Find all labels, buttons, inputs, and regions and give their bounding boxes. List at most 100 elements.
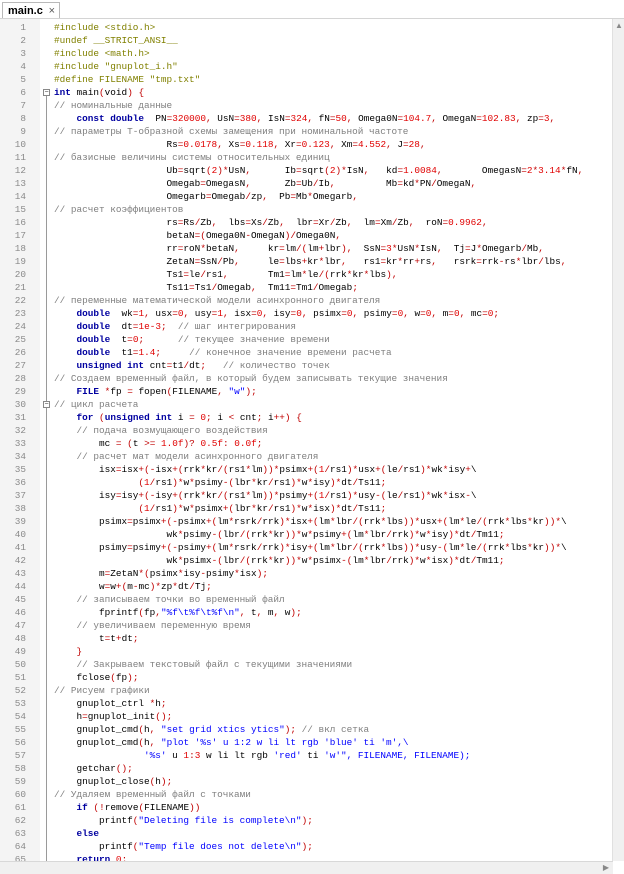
code-line[interactable]: 3 #include <math.h> <box>0 47 612 60</box>
line-number: 8 <box>20 113 26 124</box>
code-line[interactable]: 54 h=gnuplot_init(); <box>0 710 612 723</box>
code-line[interactable]: 52 // Рисуем графики <box>0 684 612 697</box>
code-line[interactable]: 4 #include "gnuplot_i.h" <box>0 60 612 73</box>
code-line[interactable]: 17 betaN=(Omega0N-OmegaN)/Omega0N, <box>0 229 612 242</box>
fold-guide <box>46 96 47 861</box>
code-line[interactable]: 16 rs=Rs/Zb, lbs=Xs/Zb, lbr=Xr/Zb, lm=Xm… <box>0 216 612 229</box>
code-line[interactable]: 39 psimx=psimx+(-psimx+(lm*rsrk/rrk)*isx… <box>0 515 612 528</box>
code-line[interactable]: 34 // расчет мат модели асинхронного дви… <box>0 450 612 463</box>
collapse-icon[interactable]: − <box>43 89 50 96</box>
line-code: #include "gnuplot_i.h" <box>54 61 178 72</box>
code-line[interactable]: 13 Omegab=OmegasN, Zb=Ub/Ib, Mb=kd*PN/Om… <box>0 177 612 190</box>
line-code: gnuplot_close(h); <box>54 776 173 787</box>
code-line[interactable]: 59 gnuplot_close(h); <box>0 775 612 788</box>
code-line[interactable]: 58 getchar(); <box>0 762 612 775</box>
code-line[interactable]: 1 #include <stdio.h> <box>0 21 612 34</box>
line-code: #undef __STRICT_ANSI__ <box>54 35 178 46</box>
code-line[interactable]: 49 } <box>0 645 612 658</box>
collapse-icon[interactable]: − <box>43 401 50 408</box>
code-line[interactable]: 28 // Создаем временный файл, в который б… <box>0 372 612 385</box>
line-code: // увеличиваем переменную время <box>76 620 251 631</box>
code-line[interactable]: 42 wk*psimx-(lbr/(rrk*kr))*w*psimx-(lm*l… <box>0 554 612 567</box>
code-line[interactable]: 53 gnuplot_ctrl *h; <box>0 697 612 710</box>
code-line[interactable]: 15 // расчет коэффициентов <box>0 203 612 216</box>
code-line[interactable]: 41 psimy=psimy+(-psimy+(lm*rsrk/rrk)*isy… <box>0 541 612 554</box>
code-line[interactable]: 6 int main(void) { <box>0 86 612 99</box>
line-number: 32 <box>14 425 26 436</box>
code-line[interactable]: 63 else <box>0 827 612 840</box>
line-code: const double PN=320000, UsN=380, IsN=324… <box>76 113 556 124</box>
code-line[interactable]: 12 Ub=sqrt(2)*UsN, Ib=sqrt(2)*IsN, kd=1.… <box>0 164 612 177</box>
code-line[interactable]: 48 t=t+dt; <box>0 632 612 645</box>
code-line[interactable]: 46 fprintf(fp,"%f\t%f\t%f\n", t, m, w); <box>0 606 612 619</box>
code-line[interactable]: 38 (1/rs1)*w*psimx+(lbr*kr/rs1)*w*isx)*d… <box>0 502 612 515</box>
line-number: 15 <box>14 204 26 215</box>
line-code: printf("Deleting file is complete\n"); <box>54 815 313 826</box>
code-line[interactable]: 19 ZetaN=SsN/Pb, le=lbs+kr*lbr, rs1=kr*r… <box>0 255 612 268</box>
code-line[interactable]: 36 (1/rs1)*w*psimy-(lbr*kr/rs1)*w*isy)*d… <box>0 476 612 489</box>
line-code: #include <stdio.h> <box>54 22 156 33</box>
code-line[interactable]: 55 gnuplot_cmd(h, "set grid xtics ytics"… <box>0 723 612 736</box>
code-line[interactable]: 44 w=w+(m-mc)*zp*dt/Tj; <box>0 580 612 593</box>
code-line[interactable]: 29 FILE *fp = fopen(FILENAME, "w"); <box>0 385 612 398</box>
line-code: rs=Rs/Zb, lbs=Xs/Zb, lbr=Xr/Zb, lm=Xm/Zb… <box>54 217 488 228</box>
code-line[interactable]: 64 printf("Temp file does not delete\n")… <box>0 840 612 853</box>
line-number: 65 <box>14 854 26 861</box>
code-line[interactable]: 51 fclose(fp); <box>0 671 612 684</box>
line-code: unsigned int cnt=t1/dt; // количество то… <box>76 360 330 371</box>
code-line[interactable]: 14 Omegarb=Omegab/zp, Pb=Mb*Omegarb, <box>0 190 612 203</box>
code-line[interactable]: 18 rr=roN*betaN, kr=lm/(lm+lbr), SsN=3*U… <box>0 242 612 255</box>
code-line[interactable]: 62 printf("Deleting file is complete\n")… <box>0 814 612 827</box>
line-number: 58 <box>14 763 26 774</box>
code-line[interactable]: 23 double wk=1, usx=0, usy=1, isx=0, isy… <box>0 307 612 320</box>
tab-main-c[interactable]: main.c × <box>2 2 60 18</box>
code-line[interactable]: 30 // цикл расчета <box>0 398 612 411</box>
code-line[interactable]: 8 const double PN=320000, UsN=380, IsN=3… <box>0 112 612 125</box>
code-line[interactable]: 61 if (!remove(FILENAME)) <box>0 801 612 814</box>
code-line[interactable]: 5 #define FILENAME "tmp.txt" <box>0 73 612 86</box>
code-line[interactable]: 25 double t=0; // текущее значение време… <box>0 333 612 346</box>
code-line[interactable]: 21 Ts11=Ts1/Omegab, Tm11=Tm1/Omegab; <box>0 281 612 294</box>
code-line[interactable]: 40 wk*psimy-(lbr/(rrk*kr))*w*psimy+(lm*l… <box>0 528 612 541</box>
code-line[interactable]: 24 double dt=1e-3; // шаг интегрирования <box>0 320 612 333</box>
code-line[interactable]: 2 #undef __STRICT_ANSI__ <box>0 34 612 47</box>
code-line[interactable]: 43 m=ZetaN*(psimx*isy-psimy*isx); <box>0 567 612 580</box>
code-line[interactable]: 65 return 0; <box>0 853 612 861</box>
code-line[interactable]: 7 // номинальные данные <box>0 99 612 112</box>
code-line[interactable]: 27 unsigned int cnt=t1/dt; // количество… <box>0 359 612 372</box>
line-number: 42 <box>14 555 26 566</box>
code-line[interactable]: 11 // базисные величины системы относител… <box>0 151 612 164</box>
code-line[interactable]: 45 // записываем точки во временный файл <box>0 593 612 606</box>
line-code: double wk=1, usx=0, usy=1, isx=0, isy=0,… <box>76 308 500 319</box>
code-line[interactable]: 47 // увеличиваем переменную время <box>0 619 612 632</box>
line-number: 51 <box>14 672 26 683</box>
code-line[interactable]: 9 // параметры Т-образной схемы замещения… <box>0 125 612 138</box>
vertical-scrollbar[interactable]: ▲ <box>613 19 624 861</box>
line-number: 9 <box>20 126 26 137</box>
line-code: psimy=psimy+(-psimy+(lm*rsrk/rrk)*isy+(l… <box>54 542 567 553</box>
code-line[interactable]: 31 for (unsigned int i = 0; i < cnt; i++… <box>0 411 612 424</box>
line-code: // номинальные данные <box>54 100 173 111</box>
line-number: 50 <box>14 659 26 670</box>
code-line[interactable]: 57 '%s' u 1:3 w li lt rgb 'red' ti 'w'",… <box>0 749 612 762</box>
code-line[interactable]: 37 isy=isy+(-isy+(rrk*kr/(rs1*lm))*psimy… <box>0 489 612 502</box>
code-line[interactable]: 26 double t1=1.4; // конечное значение в… <box>0 346 612 359</box>
scroll-up-icon[interactable]: ▲ <box>615 21 623 30</box>
code-line[interactable]: 20 Ts1=le/rs1, Tm1=lm*le/(rrk*kr*lbs), <box>0 268 612 281</box>
code-line[interactable]: 50 // Закрываем текстовый файл с текущим… <box>0 658 612 671</box>
code-line[interactable]: 22 // переменные математической модели ас… <box>0 294 612 307</box>
code-editor[interactable]: 1 #include <stdio.h> 2 #undef __STRICT_ANSI… <box>0 19 613 861</box>
code-line[interactable]: 56 gnuplot_cmd(h, "plot '%s' u 1:2 w li … <box>0 736 612 749</box>
line-code: '%s' u 1:3 w li lt rgb 'red' ti 'w'", FI… <box>144 750 471 761</box>
code-line[interactable]: 33 mc = (t >= 1.0f)? 0.5f: 0.0f; <box>0 437 612 450</box>
code-line[interactable]: 10 Rs=0.0178, Xs=0.118, Xr=0.123, Xm=4.5… <box>0 138 612 151</box>
code-line[interactable]: 32 // подача возмущающего воздействия <box>0 424 612 437</box>
horizontal-scrollbar[interactable]: ▶ <box>0 861 613 874</box>
line-code: fclose(fp); <box>54 672 139 683</box>
close-icon[interactable]: × <box>49 3 55 19</box>
code-line[interactable]: 60 // Удаляем временный файл с точками <box>0 788 612 801</box>
line-number: 56 <box>14 737 26 748</box>
scroll-right-icon[interactable]: ▶ <box>603 863 609 872</box>
code-line[interactable]: 35 isx=isx+(-isx+(rrk*kr/(rs1*lm))*psimx… <box>0 463 612 476</box>
line-number: 61 <box>14 802 26 813</box>
